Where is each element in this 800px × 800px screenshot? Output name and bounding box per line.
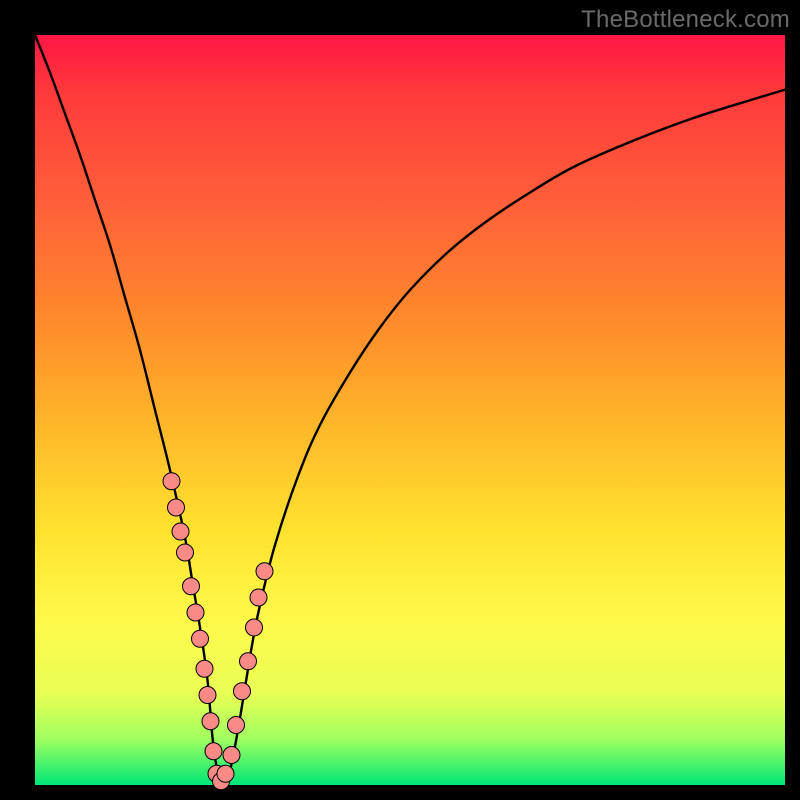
marker-point xyxy=(205,743,222,760)
marker-point xyxy=(250,589,267,606)
marker-point xyxy=(177,544,194,561)
chart-svg xyxy=(35,35,785,785)
marker-point xyxy=(196,660,213,677)
plot-area xyxy=(35,35,785,785)
marker-point xyxy=(240,653,257,670)
marker-point xyxy=(199,687,216,704)
bottleneck-curve xyxy=(35,35,785,785)
marker-point xyxy=(172,523,189,540)
highlight-markers xyxy=(163,473,273,790)
marker-point xyxy=(168,499,185,516)
marker-point xyxy=(256,563,273,580)
marker-point xyxy=(183,578,200,595)
marker-point xyxy=(163,473,180,490)
chart-frame: TheBottleneck.com xyxy=(0,0,800,800)
marker-point xyxy=(234,683,251,700)
marker-point xyxy=(228,717,245,734)
marker-point xyxy=(246,619,263,636)
marker-point xyxy=(187,604,204,621)
marker-point xyxy=(223,747,240,764)
marker-point xyxy=(192,630,209,647)
watermark-text: TheBottleneck.com xyxy=(581,6,790,34)
marker-point xyxy=(202,713,219,730)
marker-point xyxy=(217,765,234,782)
